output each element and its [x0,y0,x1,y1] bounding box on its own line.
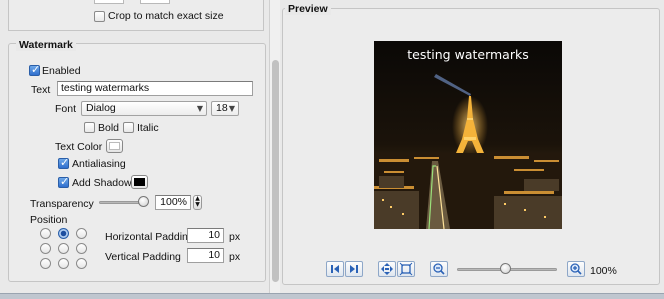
v-padding-unit: px [229,251,241,263]
chevron-down-icon: ▼ [228,104,235,113]
shadow-checkbox[interactable] [58,175,69,188]
bold-checkbox[interactable] [84,122,95,133]
window-bottom-edge [0,293,664,299]
width-field-stub[interactable] [94,0,124,4]
text-color-button[interactable] [106,139,123,153]
v-padding-input[interactable]: 10 [187,248,224,263]
transparency-slider-knob[interactable] [138,196,149,207]
chevron-down-icon: ▼ [196,104,203,113]
zoom-slider-knob[interactable] [500,263,511,274]
shadow-color-swatch [134,178,145,186]
shadow-label: Add Shadow [72,177,132,189]
position-top-center-radio[interactable] [58,228,69,239]
font-select[interactable]: Dialog ▼ [81,101,207,116]
transparency-input[interactable]: 100% [155,195,191,210]
text-color-label: Text Color [55,141,103,153]
italic-checkbox[interactable] [123,122,134,133]
position-middle-center-radio[interactable] [58,243,69,254]
position-middle-right-radio[interactable] [76,243,87,254]
settings-panel: Crop to match exact size Watermark Enabl… [0,0,268,299]
position-bottom-right-radio[interactable] [76,258,87,269]
first-button[interactable] [326,261,344,277]
text-label: Text [31,84,51,96]
shadow-color-button[interactable] [131,175,148,189]
v-padding-label: Vertical Padding [105,251,181,263]
watermark-overlay-text: testing watermarks [407,47,529,62]
last-button[interactable] [345,261,363,277]
italic-label: Italic [137,122,159,134]
h-padding-label: Horizontal Padding [105,231,194,243]
zoom-value: 100% [590,265,617,277]
position-top-left-radio[interactable] [40,228,51,239]
position-middle-left-radio[interactable] [40,243,51,254]
preview-section-title: Preview [285,3,331,15]
fit-icon [381,263,393,275]
font-label: Font [55,103,77,115]
transparency-stepper[interactable]: ▲ ▼ [193,195,202,210]
crop-label: Crop to match exact size [108,10,224,22]
position-label: Position [30,214,68,226]
position-bottom-left-radio[interactable] [40,258,51,269]
last-icon [350,265,358,273]
font-select-value: Dialog [86,102,116,114]
preview-image: testing watermarks [374,41,562,229]
h-padding-unit: px [229,231,241,243]
bold-label: Bold [98,122,120,134]
position-bottom-center-radio[interactable] [58,258,69,269]
zoom-in-button[interactable] [567,261,585,277]
first-icon [331,265,339,273]
enabled-label: Enabled [42,65,81,77]
zoom-in-icon [570,263,582,275]
font-size-select[interactable]: 18 ▼ [211,101,239,116]
actual-size-button[interactable] [397,261,415,277]
transparency-label: Transparency [30,198,94,210]
fit-button[interactable] [378,261,396,277]
h-padding-input[interactable]: 10 [187,228,224,243]
watermark-section-title: Watermark [16,39,76,51]
text-color-swatch [109,142,120,150]
actual-size-icon [399,262,413,276]
vertical-scrollbar[interactable] [269,0,280,299]
watermark-text-input[interactable]: testing watermarks [57,81,253,96]
enabled-checkbox[interactable] [29,63,40,76]
antialiasing-label: Antialiasing [72,158,126,170]
scrollbar-thumb[interactable] [272,60,279,282]
crop-checkbox[interactable] [94,11,105,22]
height-field-stub[interactable] [140,0,170,4]
zoom-out-button[interactable] [430,261,448,277]
antialiasing-checkbox[interactable] [58,156,69,169]
position-top-right-radio[interactable] [76,228,87,239]
zoom-out-icon [433,263,445,275]
font-size-value: 18 [216,102,228,114]
eiffel-tower-night-photo [374,41,562,229]
